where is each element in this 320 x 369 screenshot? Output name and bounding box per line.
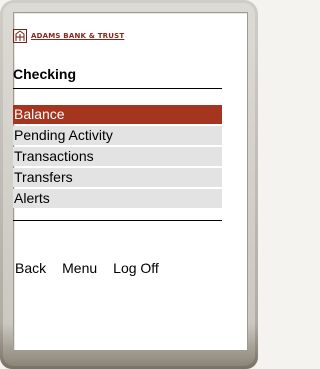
menu-item-transactions[interactable]: Transactions — [13, 147, 222, 166]
building-icon — [13, 29, 27, 43]
divider-bottom — [13, 220, 222, 221]
logoff-softkey[interactable]: Log Off — [113, 260, 159, 276]
menu-softkey[interactable]: Menu — [62, 260, 97, 276]
menu-item-transfers[interactable]: Transfers — [13, 168, 222, 187]
divider-top — [13, 88, 222, 89]
softkey-bar: Back Menu Log Off — [15, 260, 159, 276]
page-title: Checking — [13, 66, 77, 82]
brand-header[interactable]: ADAMS BANK & TRUST — [13, 29, 124, 43]
account-menu: Balance Pending Activity Transactions Tr… — [13, 105, 222, 210]
menu-item-balance[interactable]: Balance — [13, 105, 222, 124]
back-softkey[interactable]: Back — [15, 260, 46, 276]
menu-item-pending-activity[interactable]: Pending Activity — [13, 126, 222, 145]
menu-item-alerts[interactable]: Alerts — [13, 189, 222, 208]
brand-name[interactable]: ADAMS BANK & TRUST — [31, 32, 124, 40]
